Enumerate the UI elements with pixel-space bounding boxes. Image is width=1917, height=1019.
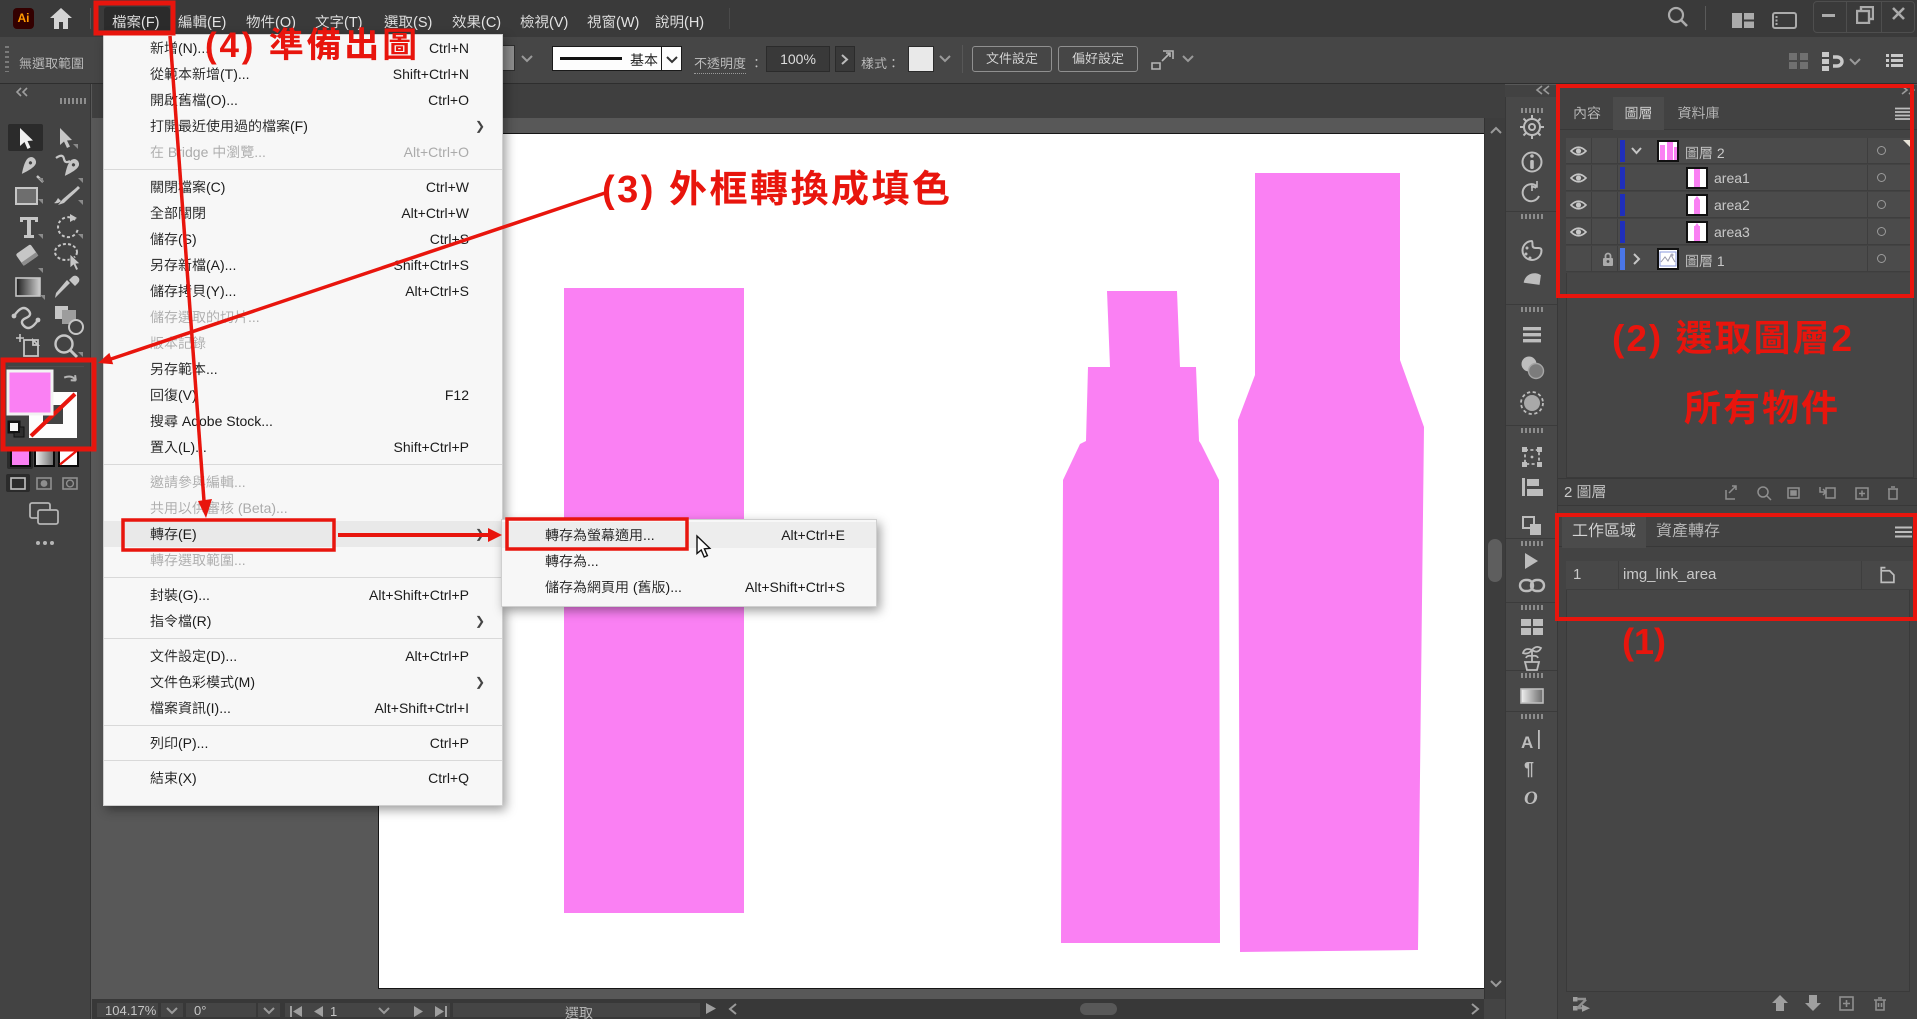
svg-text:¶: ¶	[1524, 759, 1534, 779]
svg-text:A: A	[1521, 733, 1533, 752]
svg-text:O: O	[1524, 788, 1538, 809]
